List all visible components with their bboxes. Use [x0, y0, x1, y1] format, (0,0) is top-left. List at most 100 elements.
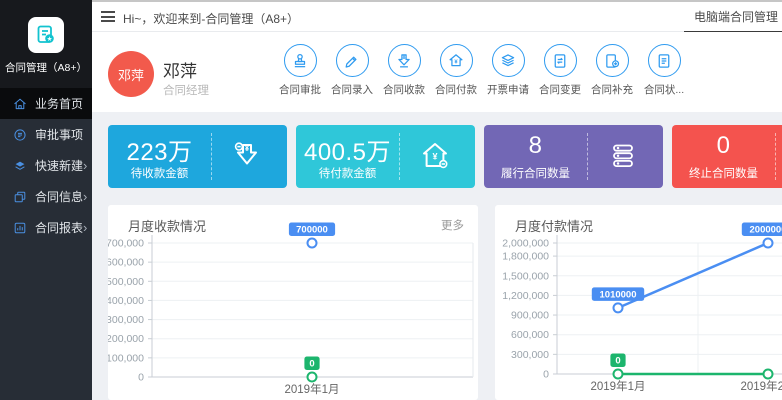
doc-plus-icon [596, 44, 629, 77]
sidebar-item-label: 业务首页 [35, 95, 83, 112]
svg-text:1,200,000: 1,200,000 [502, 290, 549, 302]
hamburger-menu-icon[interactable] [101, 11, 115, 25]
approval-icon [12, 127, 28, 143]
svg-text:400,000: 400,000 [108, 295, 144, 307]
svg-text:0: 0 [615, 356, 620, 367]
app-logo-section: ★ 合同管理（A8+） [0, 0, 92, 88]
quick-action-label: 合同补充 [586, 82, 638, 97]
app-logo[interactable]: ★ [28, 17, 64, 53]
svg-text:¥: ¥ [245, 144, 250, 153]
invoice-layers-icon [492, 44, 525, 77]
home-icon [12, 96, 28, 112]
dashed-divider [587, 133, 588, 180]
svg-text:1,500,000: 1,500,000 [502, 270, 549, 282]
sidebar-item-approval[interactable]: 审批事项 [0, 119, 92, 150]
sidebar-item-label: 审批事项 [35, 126, 83, 143]
quick-action-receive-money[interactable]: ¥ 合同收款 [378, 44, 430, 97]
dashed-divider [399, 133, 400, 180]
svg-text:★: ★ [47, 36, 53, 43]
svg-text:100,000: 100,000 [108, 352, 144, 364]
quick-action-pay-money[interactable]: ¥ 合同付款 [430, 44, 482, 97]
quick-action-label: 合同收款 [378, 82, 430, 97]
stat-card[interactable]: 8 履行合同数量 [484, 125, 663, 188]
svg-text:600,000: 600,000 [511, 329, 549, 341]
app-logo-label: 合同管理（A8+） [0, 60, 92, 75]
pay-money-icon: ¥ [440, 44, 473, 77]
quick-action-doc-change[interactable]: 合同变更 [534, 44, 586, 97]
topbar: Hi~，欢迎来到-合同管理（A8+） 电脑端合同管理 [92, 0, 782, 32]
svg-text:¥: ¥ [402, 55, 405, 61]
chevron-right-icon: › [83, 221, 87, 234]
quick-action-doc-plus[interactable]: 合同补充 [586, 44, 638, 97]
svg-text:600,000: 600,000 [108, 257, 144, 269]
quick-action-label: 合同付款 [430, 82, 482, 97]
quick-action-label: 开票申请 [482, 82, 534, 97]
stat-value: 8 [484, 132, 587, 160]
dashed-divider [775, 133, 776, 180]
sidebar-item-quick-new[interactable]: 快速新建› [0, 150, 92, 181]
receive-payment-icon: ¥ [229, 138, 265, 174]
sidebar-item-contract-report[interactable]: 合同报表› [0, 212, 92, 243]
stat-label: 履行合同数量 [484, 165, 587, 181]
stamp-icon [284, 44, 317, 77]
chevron-right-icon: › [83, 159, 87, 172]
svg-text:1,800,000: 1,800,000 [502, 251, 549, 263]
sidebar-item-contract-info[interactable]: 合同信息› [0, 181, 92, 212]
svg-text:¥: ¥ [454, 59, 458, 65]
svg-text:200,000: 200,000 [108, 333, 144, 345]
svg-text:0: 0 [543, 369, 549, 381]
stat-card[interactable]: 223万待收款金额 ¥ [108, 125, 287, 188]
sidebar: ★ 合同管理（A8+） 业务首页审批事项快速新建›合同信息›合同报表› [0, 0, 92, 400]
svg-text:300,000: 300,000 [108, 314, 144, 326]
quick-action-pencil[interactable]: 合同录入 [326, 44, 378, 97]
contract-doc-star-icon: ★ [34, 23, 58, 47]
quick-actions: 合同审批合同录入 ¥ 合同收款 ¥ 合同付款开票申请合同变更合同补充合同状... [274, 44, 690, 97]
chart-title: 月度收款情况 [128, 216, 206, 235]
sidebar-item-label: 合同信息 [35, 188, 83, 205]
chart-card-monthly-payments: 月度付款情况0300,000600,000900,0001,200,0001,5… [495, 205, 782, 400]
chevron-right-icon: › [83, 190, 87, 203]
svg-text:700000: 700000 [296, 225, 328, 236]
sidebar-menu: 业务首页审批事项快速新建›合同信息›合同报表› [0, 88, 92, 243]
svg-text:900,000: 900,000 [511, 310, 549, 322]
topbar-greeting: Hi~，欢迎来到-合同管理（A8+） [123, 10, 299, 27]
quick-action-label: 合同审批 [274, 82, 326, 97]
quick-action-label: 合同变更 [534, 82, 586, 97]
stat-label: 待收款金额 [108, 165, 211, 181]
sidebar-item-label: 合同报表 [35, 219, 83, 236]
svg-text:300,000: 300,000 [511, 349, 549, 361]
stat-label: 终止合同数量 [672, 165, 775, 181]
doc-status-icon [648, 44, 681, 77]
pencil-icon [336, 44, 369, 77]
receive-money-icon: ¥ [388, 44, 421, 77]
doc-change-icon [544, 44, 577, 77]
contract-info-icon [12, 189, 28, 205]
stat-value: 0 [672, 132, 775, 160]
stat-value: 223万 [108, 132, 211, 167]
stat-value: 400.5万 [296, 132, 399, 167]
quick-action-invoice-layers[interactable]: 开票申请 [482, 44, 534, 97]
svg-text:2000000: 2000000 [750, 225, 782, 236]
quick-action-stamp[interactable]: 合同审批 [274, 44, 326, 97]
stat-card[interactable]: 0 终止合同数量 [672, 125, 782, 188]
sidebar-item-home[interactable]: 业务首页 [0, 88, 92, 119]
quick-action-label: 合同状... [638, 82, 690, 97]
chart-card-monthly-receipts: 月度收款情况更多0100,000200,000300,000400,000500… [108, 205, 478, 400]
dashboard-screen: ★ 合同管理（A8+） 业务首页审批事项快速新建›合同信息›合同报表› Hi~，… [0, 0, 782, 400]
stat-card[interactable]: 400.5万待付款金额¥ [296, 125, 475, 188]
quick-action-doc-status[interactable]: 合同状... [638, 44, 690, 97]
quick-new-icon [12, 158, 28, 174]
more-link[interactable]: 更多 [441, 217, 464, 233]
svg-text:2019年2月: 2019年2月 [741, 379, 782, 393]
user-name: 邓萍 [163, 57, 197, 82]
pay-payment-icon: ¥ [417, 138, 453, 174]
svg-text:2019年1月: 2019年1月 [285, 382, 340, 396]
svg-text:¥: ¥ [432, 152, 437, 162]
dashed-divider [211, 133, 212, 180]
tab-pc-contract-management[interactable]: 电脑端合同管理 [684, 2, 782, 34]
user-role: 合同经理 [163, 82, 209, 98]
svg-text:1010000: 1010000 [600, 289, 637, 300]
avatar[interactable]: 邓萍 [108, 51, 154, 97]
svg-text:2019年1月: 2019年1月 [591, 379, 646, 393]
server-stack-icon [605, 138, 641, 174]
